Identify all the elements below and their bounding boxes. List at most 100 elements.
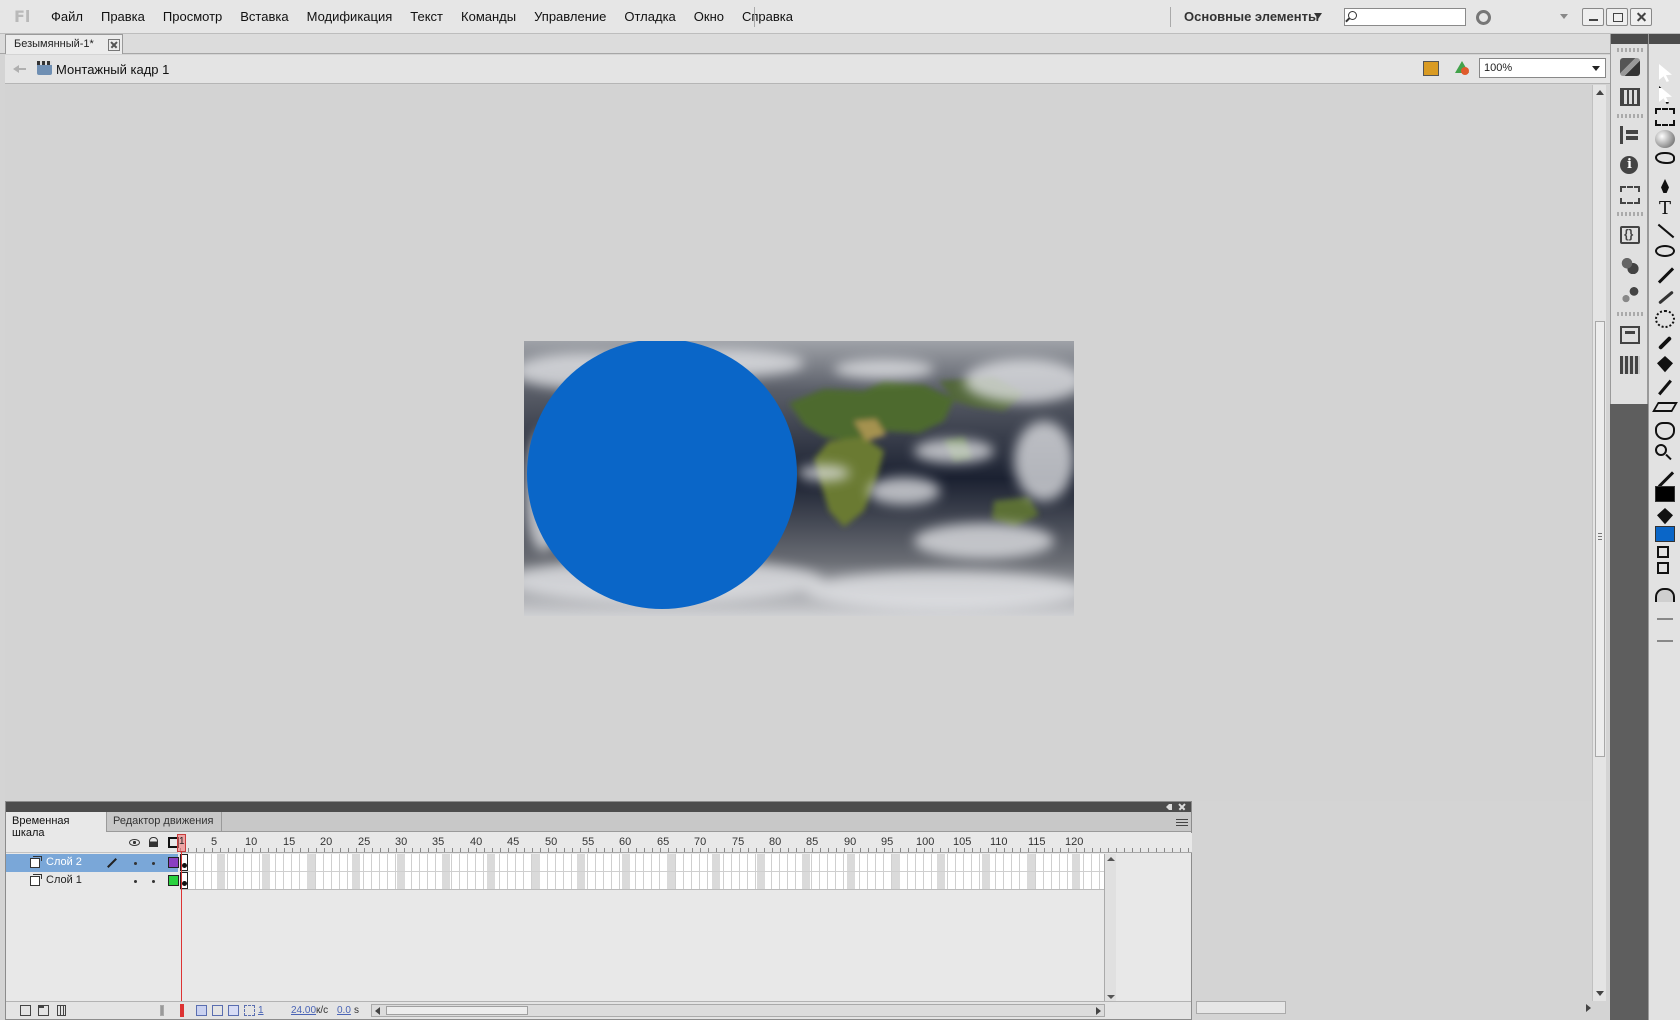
brush-tool-icon[interactable] <box>1655 288 1675 306</box>
align-panel-icon[interactable] <box>1620 126 1640 144</box>
menu-commands[interactable]: Команды <box>452 0 525 34</box>
back-arrow-icon[interactable] <box>13 63 27 75</box>
onion-skin-outlines-icon[interactable] <box>212 1005 223 1016</box>
edit-scene-icon[interactable] <box>1423 61 1439 76</box>
menu-insert[interactable]: Вставка <box>231 0 297 34</box>
layer-outline-color[interactable] <box>168 857 179 868</box>
menu-edit[interactable]: Правка <box>92 0 154 34</box>
hand-tool-icon[interactable] <box>1655 422 1675 440</box>
swap-colors-icon[interactable] <box>1657 562 1669 574</box>
help-search-field[interactable] <box>1344 8 1466 26</box>
pen-tool-icon[interactable] <box>1655 178 1675 196</box>
text-tool-icon[interactable] <box>1655 198 1675 219</box>
window-minimize-button[interactable] <box>1582 8 1604 26</box>
subselection-tool-icon[interactable] <box>1659 86 1672 104</box>
transform-panel-icon[interactable] <box>1620 186 1640 204</box>
menu-modify[interactable]: Модификация <box>298 0 402 34</box>
visibility-toggle[interactable] <box>134 880 137 883</box>
window-restore-button[interactable] <box>1606 8 1628 26</box>
scroll-right-icon[interactable] <box>1096 1007 1101 1015</box>
menu-debug[interactable]: Отладка <box>615 0 684 34</box>
window-close-button[interactable] <box>1630 8 1652 26</box>
dock-grip[interactable] <box>1617 114 1643 118</box>
zoom-tool-icon[interactable] <box>1655 444 1667 456</box>
default-colors-icon[interactable] <box>1657 546 1669 558</box>
edit-multiple-frames-icon[interactable] <box>228 1005 239 1016</box>
common-libraries-icon[interactable] <box>1620 356 1640 374</box>
new-folder-icon[interactable] <box>38 1005 49 1016</box>
scroll-thumb[interactable] <box>1595 321 1605 757</box>
tab-motion-editor[interactable]: Редактор движения <box>107 812 222 832</box>
visibility-toggle[interactable] <box>134 862 137 865</box>
selection-tool-icon[interactable] <box>1659 64 1672 82</box>
lasso-tool-icon[interactable] <box>1655 152 1675 164</box>
close-icon[interactable] <box>108 39 120 51</box>
menu-control[interactable]: Управление <box>525 0 615 34</box>
stage-vertical-scrollbar[interactable] <box>1592 85 1606 1001</box>
modify-onion-markers-icon[interactable] <box>244 1005 255 1016</box>
paint-bucket-tool-icon[interactable] <box>1657 356 1673 373</box>
layer-name[interactable]: Слой 1 <box>46 874 82 886</box>
layer-outline-color[interactable] <box>168 875 179 886</box>
center-frame-icon[interactable] <box>160 1005 164 1016</box>
bone-tool-icon[interactable] <box>1655 334 1675 352</box>
playhead[interactable]: 1 <box>177 834 186 852</box>
scroll-thumb[interactable] <box>386 1006 528 1015</box>
tools-panel-header[interactable] <box>1649 34 1680 44</box>
layer-row[interactable]: Слой 1 <box>6 872 179 890</box>
document-tab[interactable]: Безымянный-1* <box>5 34 123 54</box>
edit-symbols-icon[interactable] <box>1453 60 1471 77</box>
layer-row[interactable]: Слой 2 <box>6 854 179 872</box>
menu-text[interactable]: Текст <box>401 0 452 34</box>
workspace-switcher[interactable]: Основные элементы <box>1184 9 1319 24</box>
lock-toggle[interactable] <box>152 880 155 883</box>
eraser-tool-icon[interactable] <box>1652 402 1678 412</box>
eyedropper-tool-icon[interactable] <box>1655 378 1675 396</box>
timeline-panel-header[interactable] <box>6 802 1191 812</box>
deco-tool-icon[interactable] <box>1655 310 1675 328</box>
frame-ruler[interactable]: 1510152025303540455055606570758085909510… <box>180 833 1192 853</box>
code-snippets-icon[interactable] <box>1620 226 1640 244</box>
panel-menu-icon[interactable] <box>1176 818 1188 826</box>
zoom-select[interactable]: 100% <box>1479 58 1606 78</box>
dock-grip[interactable] <box>1617 212 1643 216</box>
panel-dock-header[interactable] <box>1611 34 1648 44</box>
stage[interactable] <box>524 341 1074 616</box>
lock-toggle[interactable] <box>152 862 155 865</box>
library-panel-icon[interactable] <box>1620 326 1640 344</box>
frame-rate-value[interactable]: 24.00 <box>291 1005 316 1016</box>
collapse-panel-icon[interactable] <box>1166 803 1174 811</box>
stroke-color-swatch[interactable] <box>1655 486 1675 502</box>
dock-grip[interactable] <box>1617 48 1643 52</box>
lock-all-icon[interactable] <box>149 837 158 847</box>
scroll-up-icon[interactable] <box>1596 90 1604 95</box>
new-layer-icon[interactable] <box>20 1005 31 1016</box>
menu-window[interactable]: Окно <box>685 0 733 34</box>
collapse-menu-icon[interactable] <box>1560 14 1568 19</box>
pencil-tool-icon[interactable] <box>1655 266 1675 284</box>
fill-color-swatch[interactable] <box>1655 526 1675 542</box>
onion-skin-icon[interactable] <box>196 1005 207 1016</box>
cs-live-icon[interactable] <box>1476 10 1491 25</box>
current-frame-value[interactable]: 1 <box>258 1005 264 1016</box>
3d-rotation-tool-icon[interactable] <box>1655 130 1675 148</box>
free-transform-tool-icon[interactable] <box>1655 108 1675 126</box>
scroll-down-icon[interactable] <box>1107 995 1115 999</box>
show-hide-all-icon[interactable] <box>129 839 140 846</box>
delete-layer-icon[interactable] <box>57 1005 66 1016</box>
tab-timeline[interactable]: Временная шкала <box>6 812 107 839</box>
line-tool-icon[interactable] <box>1655 222 1675 240</box>
scroll-up-icon[interactable] <box>1107 857 1115 861</box>
layer-name[interactable]: Слой 2 <box>46 856 82 868</box>
stage-horizontal-scrollbar[interactable] <box>1196 1001 1286 1014</box>
swatches-panel-icon[interactable] <box>1620 88 1640 106</box>
menu-file[interactable]: Файл <box>42 0 92 34</box>
close-icon[interactable] <box>1178 803 1186 811</box>
color-panel-icon[interactable] <box>1620 58 1640 76</box>
timeline-horizontal-scrollbar[interactable] <box>371 1004 1105 1017</box>
scroll-left-icon[interactable] <box>375 1007 380 1015</box>
straighten-icon[interactable] <box>1655 632 1675 650</box>
help-search-input[interactable] <box>1363 9 1463 25</box>
snap-to-objects-icon[interactable] <box>1655 588 1675 602</box>
oval-tool-icon[interactable] <box>1655 245 1675 257</box>
